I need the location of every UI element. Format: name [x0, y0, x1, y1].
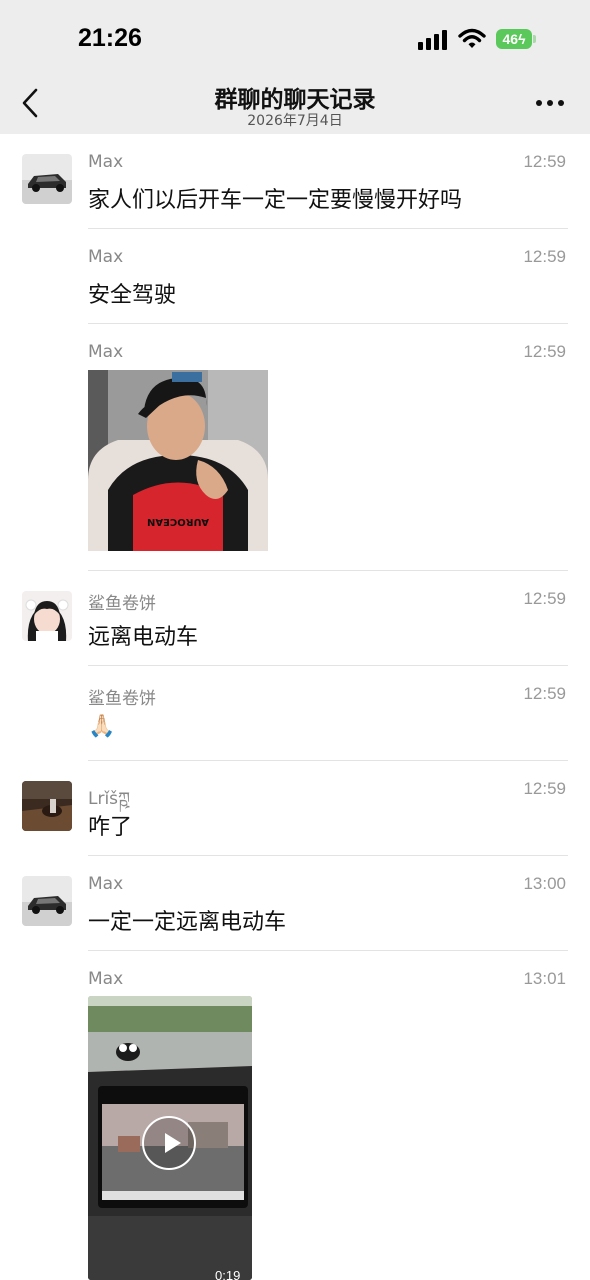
divider: [88, 228, 568, 229]
divider: [88, 665, 568, 666]
message-text: 安全驾驶: [88, 283, 177, 308]
sender-name: Max: [88, 342, 124, 362]
message-time: 13:00: [523, 874, 566, 893]
charging-bolt: ϟ: [518, 31, 526, 47]
battery-nub: [533, 35, 536, 43]
avatar-max[interactable]: [22, 876, 72, 926]
message-emoji: 🙏🏻: [88, 714, 116, 739]
message-video[interactable]: 0:19: [88, 996, 252, 1280]
message-time: 12:59: [523, 779, 566, 798]
sender-name: 鲨鱼卷饼: [88, 594, 156, 614]
divider: [88, 760, 568, 761]
divider: [88, 855, 568, 856]
cellular-signal-icon: [418, 30, 447, 50]
message-photo[interactable]: AUROCEAN: [88, 370, 268, 551]
status-time: 21:26: [78, 24, 142, 52]
sender-name: Max: [88, 247, 124, 267]
message-time: 13:01: [523, 969, 566, 988]
message-time: 12:59: [523, 684, 566, 703]
page-date: 2026年7月4日: [247, 113, 343, 129]
sender-name: Max: [88, 969, 124, 989]
avatar-lriso[interactable]: [22, 781, 72, 831]
message-text: 远离电动车: [88, 625, 199, 650]
battery-icon: 46ϟ: [496, 29, 532, 49]
message-time: 12:59: [523, 247, 566, 266]
page-title: 群聊的聊天记录: [214, 87, 376, 113]
shirt-text: AUROCEAN: [147, 516, 209, 527]
top-bar: 21:26 46ϟ 群聊的聊天记录 2026年7月4日: [0, 0, 590, 134]
avatar-max[interactable]: [22, 154, 72, 204]
video-duration: 0:19: [215, 1268, 241, 1280]
divider: [88, 950, 568, 951]
message-time: 12:59: [523, 342, 566, 361]
message-time: 12:59: [523, 152, 566, 171]
more-dots-icon[interactable]: [536, 100, 566, 108]
sender-name: Max: [88, 874, 124, 894]
avatar-shark-wrap[interactable]: [22, 591, 72, 641]
sender-name: 鲨鱼卷饼: [88, 689, 156, 709]
message-text: 一定一定远离电动车: [88, 910, 287, 935]
sender-name: Max: [88, 152, 124, 172]
message-text: 家人们以后开车一定一定要慢慢开好吗: [88, 188, 463, 213]
message-time: 12:59: [523, 589, 566, 608]
play-icon[interactable]: [142, 1116, 196, 1170]
message-text: 咋了: [88, 815, 133, 840]
wifi-icon: [458, 28, 486, 48]
divider: [88, 323, 568, 324]
battery-level: 46: [502, 31, 519, 47]
divider: [88, 570, 568, 571]
